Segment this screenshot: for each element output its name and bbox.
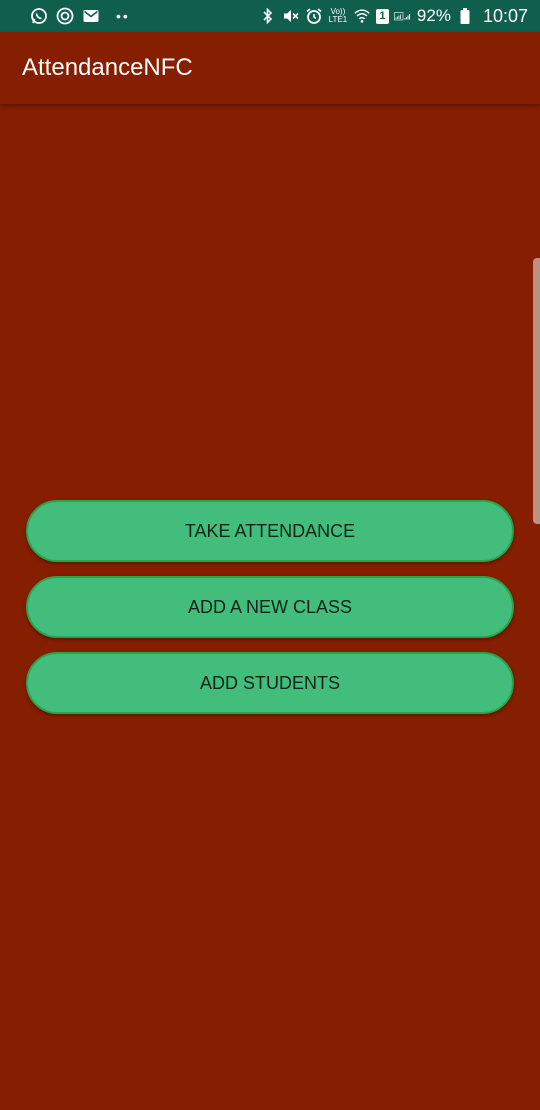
more-notifications-icon: ••: [116, 8, 130, 24]
mute-icon: [282, 7, 300, 25]
scroll-indicator[interactable]: [533, 258, 540, 524]
mail-icon: [82, 7, 100, 25]
notification-icons: ••: [30, 7, 130, 25]
system-icons: Vo)) LTE1 1 92% 10:07: [259, 6, 528, 27]
app-bar: AttendanceNFC: [0, 32, 540, 104]
whatsapp-icon: [30, 7, 48, 25]
status-bar: •• Vo)) LTE1 1 92% 10:07: [0, 0, 540, 32]
volte-icon: Vo)) LTE1: [328, 8, 348, 24]
bluetooth-icon: [259, 7, 277, 25]
volte-bottom-label: LTE1: [328, 15, 348, 24]
take-attendance-button[interactable]: TAKE ATTENDANCE: [26, 500, 514, 562]
circular-app-icon: [56, 7, 74, 25]
add-new-class-button[interactable]: ADD A NEW CLASS: [26, 576, 514, 638]
add-students-button[interactable]: ADD STUDENTS: [26, 652, 514, 714]
alarm-icon: [305, 7, 323, 25]
battery-percent: 92%: [416, 6, 451, 25]
sim-icon: 1: [375, 8, 389, 24]
clock: 10:07: [482, 5, 528, 26]
signal-icon: [394, 7, 412, 25]
wifi-icon: [353, 7, 371, 25]
app-title: AttendanceNFC: [22, 54, 193, 81]
action-buttons: TAKE ATTENDANCE ADD A NEW CLASS ADD STUD…: [26, 500, 514, 728]
battery-icon: [456, 7, 474, 25]
